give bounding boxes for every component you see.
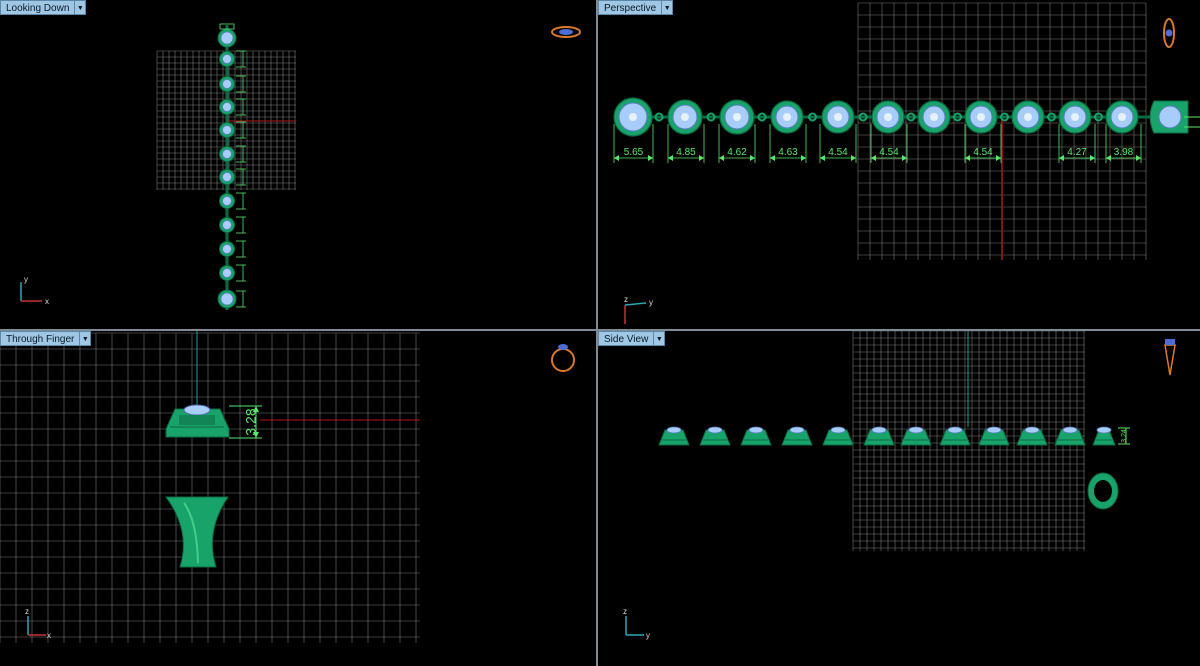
stone-setting[interactable]	[219, 217, 235, 233]
axis-label-vertical: z	[623, 607, 627, 616]
ring-head-profile[interactable]	[740, 426, 772, 446]
viewport-menu-arrow-icon[interactable]: ▼	[654, 331, 666, 346]
axis-triad: z y	[624, 295, 653, 324]
perspective-scene[interactable]: 5.65 4.85 4.62 4.63 4.54 4.54 4.54 4.27 3.98 z y	[598, 0, 1200, 329]
viewport-title[interactable]: Perspective	[598, 0, 663, 15]
stone-setting[interactable]	[667, 99, 703, 135]
ring-head-profile[interactable]	[699, 426, 731, 446]
ring-shank-profile[interactable]	[165, 496, 229, 568]
viewport-title[interactable]: Through Finger	[0, 331, 81, 346]
dimension-marker	[236, 192, 246, 210]
dimension-label: 3.28	[243, 408, 259, 435]
dimension-marker	[236, 290, 246, 308]
dimension-label: 4.27	[1067, 147, 1087, 158]
ring-head-end[interactable]	[1149, 100, 1200, 134]
ring-head-profile[interactable]	[1092, 426, 1116, 446]
dimension-label: 4.62	[727, 147, 747, 158]
axis-label-horizontal: y	[649, 298, 653, 307]
ring-stone-chain	[217, 23, 246, 310]
viewport-menu-arrow-icon[interactable]: ▼	[75, 0, 87, 15]
stone-setting[interactable]	[217, 28, 237, 48]
side-view-scene[interactable]: 3.24 z y	[598, 331, 1200, 666]
axis-label-vertical: y	[24, 275, 28, 284]
dimension-label: 3.98	[1114, 147, 1134, 158]
axis-label-vertical: z	[624, 295, 628, 304]
axis-label-horizontal: x	[47, 631, 51, 640]
stone-setting[interactable]	[219, 193, 235, 209]
ring-band-side[interactable]	[1087, 472, 1119, 510]
view-cube-icon[interactable]	[1164, 339, 1176, 376]
dimension-marker	[236, 216, 246, 234]
viewport-tab: Perspective ▼	[598, 0, 674, 15]
axis-triad: y x	[20, 275, 49, 306]
viewport-tab: Side View ▼	[598, 331, 666, 346]
dimension-label: 4.54	[973, 147, 993, 158]
viewport-looking-down[interactable]: Looking Down ▼ y x	[0, 0, 596, 329]
axis-label-horizontal: x	[45, 297, 49, 306]
viewport-title[interactable]: Looking Down	[0, 0, 76, 15]
dimension-label: 4.85	[676, 147, 696, 158]
view-cube-icon[interactable]	[551, 26, 581, 38]
axis-label-vertical: z	[25, 607, 29, 616]
ring-head-profile[interactable]	[1054, 426, 1086, 446]
dimension-height[interactable]: 3.28	[229, 405, 262, 439]
stone-setting[interactable]	[1105, 100, 1139, 134]
viewport-menu-arrow-icon[interactable]: ▼	[662, 0, 674, 15]
dimension-label: 4.63	[778, 147, 798, 158]
ring-head-profile[interactable]	[658, 426, 690, 446]
dimension-label: 3.24	[1121, 429, 1128, 443]
stone-setting[interactable]	[821, 100, 855, 134]
viewport-menu-arrow-icon[interactable]: ▼	[80, 331, 92, 346]
through-finger-scene[interactable]: 3.28 z x	[0, 331, 596, 666]
ring-head-profile[interactable]	[822, 426, 854, 446]
viewport-tab: Looking Down ▼	[0, 0, 87, 15]
view-cube-icon[interactable]	[551, 344, 575, 372]
viewport-tab: Through Finger ▼	[0, 331, 92, 346]
viewport-through-finger[interactable]: Through Finger ▼ 3.28 z x	[0, 331, 596, 666]
axis-triad: z y	[623, 607, 650, 640]
stone-setting[interactable]	[219, 122, 235, 138]
ring-head-profile[interactable]	[781, 426, 813, 446]
stone-setting[interactable]	[219, 76, 235, 92]
stone-setting[interactable]	[871, 100, 905, 134]
view-cube-icon[interactable]	[1163, 18, 1175, 48]
viewport-side-view[interactable]: Side View ▼ 3.24 z y	[598, 331, 1200, 666]
dimension-height[interactable]: 3.24	[1118, 427, 1130, 445]
ring-head-profile[interactable]	[939, 426, 971, 446]
stone-setting[interactable]	[219, 169, 235, 185]
dimension-marker	[236, 240, 246, 258]
stone-setting[interactable]	[219, 146, 235, 162]
axis-triad: z x	[25, 607, 51, 640]
stone-setting[interactable]	[217, 289, 237, 309]
dimension-label: 4.54	[879, 147, 899, 158]
viewport-title[interactable]: Side View	[598, 331, 655, 346]
stone-setting[interactable]	[219, 99, 235, 115]
stone-setting[interactable]	[219, 241, 235, 257]
ring-head-profile[interactable]	[900, 426, 932, 446]
stone-setting[interactable]	[719, 99, 755, 135]
dimension-label: 5.65	[624, 147, 644, 158]
stone-setting[interactable]	[219, 51, 235, 67]
viewport-perspective[interactable]: Perspective ▼ 5.65 4.85 4.62 4.63 4.54 4.54 4.…	[598, 0, 1200, 329]
ring-head-profile[interactable]	[1016, 426, 1048, 446]
dimension-label: 4.54	[828, 147, 848, 158]
looking-down-scene[interactable]: y x	[0, 0, 596, 329]
ring-head-profile[interactable]	[863, 426, 895, 446]
construction-grid	[0, 332, 420, 643]
stone-setting[interactable]	[917, 100, 951, 134]
stone-setting[interactable]	[1058, 100, 1092, 134]
stone-setting[interactable]	[613, 97, 653, 137]
axis-label-horizontal: y	[646, 631, 650, 640]
stone-setting[interactable]	[770, 100, 804, 134]
stone-setting[interactable]	[1011, 100, 1045, 134]
ring-head-profile[interactable]	[978, 426, 1010, 446]
stone-setting[interactable]	[964, 100, 998, 134]
dimension-marker	[236, 264, 246, 282]
stone-setting[interactable]	[219, 265, 235, 281]
ring-head-front[interactable]	[165, 404, 230, 438]
